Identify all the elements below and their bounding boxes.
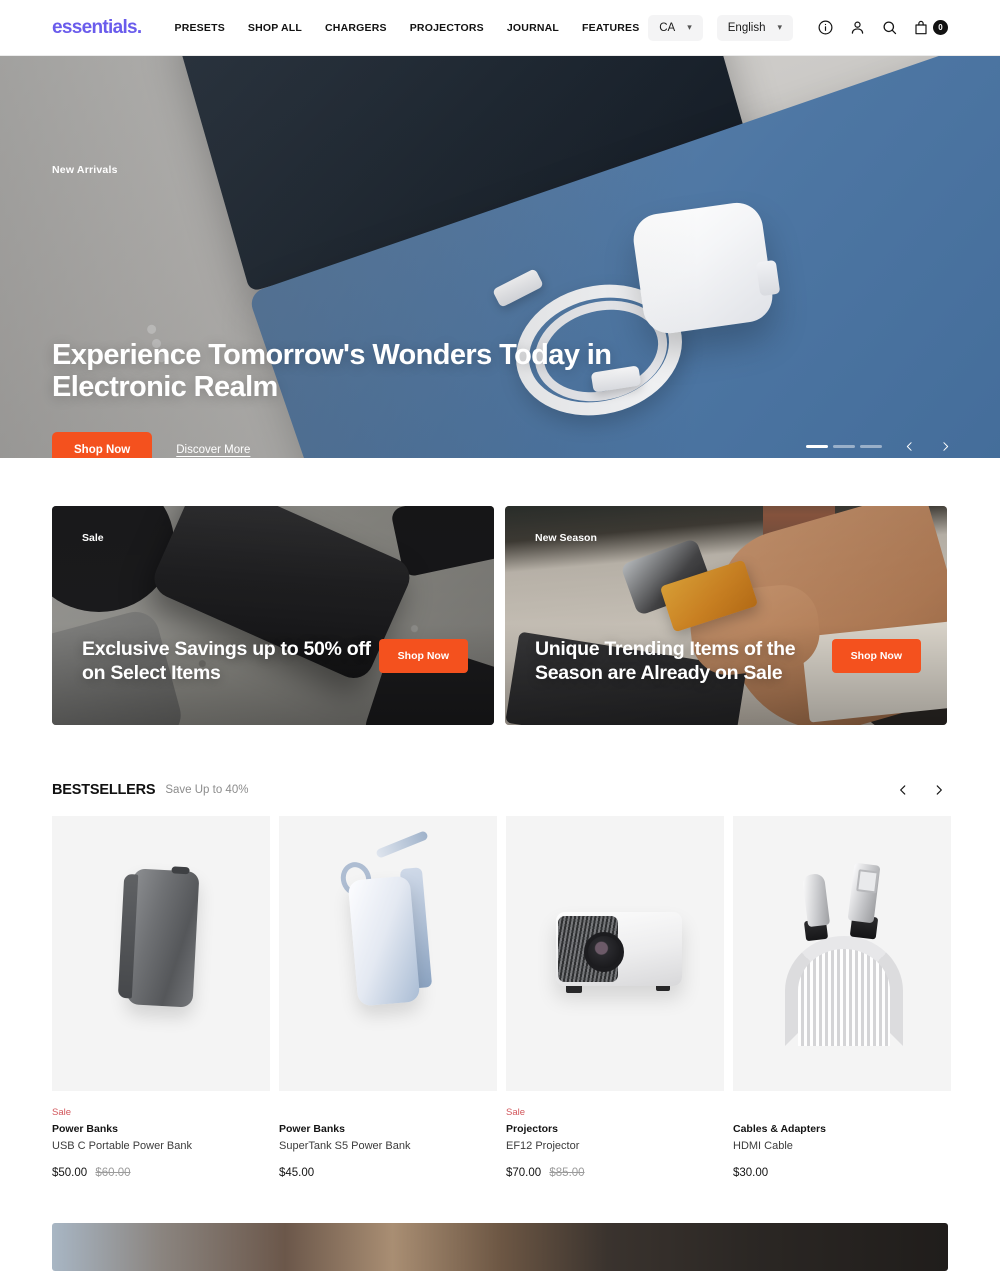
site-logo[interactable]: essentials. (52, 17, 142, 39)
projector-lens-graphic (584, 932, 624, 972)
promo-b-tag: New Season (535, 532, 597, 544)
power-bank-cord-graphic (375, 830, 429, 859)
hero-progress-dash-3[interactable] (860, 444, 882, 448)
hero-carousel-controls (806, 437, 954, 455)
hero-progress-dash-2[interactable] (833, 444, 855, 448)
cable-braid-graphic (785, 936, 903, 1046)
bestsellers-next-arrow-icon[interactable] (930, 781, 948, 799)
usb-c-connector-graphic (801, 872, 831, 928)
cart-count-badge: 0 (933, 20, 948, 35)
product-price-original: $60.00 (95, 1167, 131, 1179)
product-image-supertank-s5[interactable] (279, 816, 497, 1091)
product-sale-badge: Sale (506, 1107, 526, 1118)
hero-actions: Shop Now Discover More (52, 432, 250, 458)
nav-item-shop-all[interactable]: SHOP ALL (248, 22, 302, 34)
power-bank-graphic (347, 875, 421, 1007)
site-header: essentials. PRESETS SHOP ALL CHARGERS PR… (0, 0, 1000, 56)
product-category[interactable]: Cables & Adapters (733, 1123, 951, 1135)
product-card[interactable]: Sale Projectors EF12 Projector $70.00 $8… (506, 816, 724, 1179)
product-image-usb-c-power-bank[interactable] (52, 816, 270, 1091)
promo-b-shop-now-button[interactable]: Shop Now (831, 639, 921, 673)
promo-banner-new-season[interactable]: New Season Unique Trending Items of the … (505, 506, 947, 725)
next-section-banner[interactable] (52, 1223, 948, 1271)
bestsellers-subtitle: Save Up to 40% (165, 784, 249, 796)
product-name[interactable]: HDMI Cable (733, 1140, 951, 1152)
chevron-down-icon: ▾ (777, 22, 782, 32)
product-image-ef12-projector[interactable] (506, 816, 724, 1091)
hero-shop-now-button[interactable]: Shop Now (52, 432, 153, 458)
nav-item-chargers[interactable]: CHARGERS (325, 22, 387, 34)
cart-button[interactable]: 0 (911, 18, 948, 38)
chevron-down-icon: ▾ (687, 22, 692, 32)
hero-progress-dash-1[interactable] (806, 444, 828, 448)
cart-icon (911, 18, 931, 38)
promo-a-overlay (52, 506, 494, 725)
bestsellers-carousel-controls (894, 781, 948, 799)
product-category[interactable]: Power Banks (52, 1123, 270, 1135)
product-price-row: $30.00 (733, 1167, 951, 1179)
product-card[interactable]: Cables & Adapters HDMI Cable $30.00 (733, 816, 951, 1179)
promo-a-tag: Sale (82, 532, 104, 544)
hero-discover-more-link[interactable]: Discover More (176, 444, 250, 456)
product-meta: Power Banks SuperTank S5 Power Bank $45.… (279, 1107, 497, 1179)
product-name[interactable]: USB C Portable Power Bank (52, 1140, 270, 1152)
product-price: $50.00 (52, 1167, 88, 1179)
product-price-original: $85.00 (549, 1167, 585, 1179)
nav-item-projectors[interactable]: PROJECTORS (410, 22, 484, 34)
product-price-row: $50.00 $60.00 (52, 1167, 270, 1179)
hero-prev-arrow-icon[interactable] (900, 437, 918, 455)
product-sale-badge (733, 1107, 951, 1123)
bestsellers-product-grid: Sale Power Banks USB C Portable Power Ba… (0, 816, 1000, 1179)
account-icon[interactable] (847, 18, 867, 38)
product-price: $30.00 (733, 1167, 769, 1179)
info-icon[interactable] (815, 18, 835, 38)
hero-eyebrow-wrap: New Arrivals (52, 164, 118, 176)
country-select-value: CA (659, 21, 676, 34)
product-name[interactable]: SuperTank S5 Power Bank (279, 1140, 497, 1152)
nav-item-features[interactable]: FEATURES (582, 22, 639, 34)
product-price-row: $45.00 (279, 1167, 497, 1179)
product-image-hdmi-cable[interactable] (733, 816, 951, 1091)
bestsellers-title: BESTSELLERS (52, 782, 156, 798)
product-meta: Sale Projectors EF12 Projector $70.00 $8… (506, 1107, 724, 1179)
power-bank-graphic (126, 868, 200, 1008)
promo-b-title: Unique Trending Items of the Season are … (535, 638, 796, 684)
product-card[interactable]: Sale Power Banks USB C Portable Power Ba… (52, 816, 270, 1179)
language-select[interactable]: English ▾ (716, 14, 793, 41)
hero-title: Experience Tomorrow's Wonders Today in E… (52, 339, 612, 404)
usb-a-connector-graphic (847, 862, 881, 924)
country-select[interactable]: CA ▾ (648, 14, 703, 41)
nav-item-journal[interactable]: JOURNAL (507, 22, 559, 34)
main-navigation: PRESETS SHOP ALL CHARGERS PROJECTORS JOU… (174, 22, 639, 34)
header-actions: CA ▾ English ▾ 0 (648, 14, 948, 41)
nav-item-presets[interactable]: PRESETS (174, 22, 224, 34)
product-price: $45.00 (279, 1167, 315, 1179)
language-select-value: English (727, 21, 766, 34)
hero-next-arrow-icon[interactable] (936, 437, 954, 455)
bestsellers-header: BESTSELLERS Save Up to 40% (0, 781, 1000, 799)
product-name[interactable]: EF12 Projector (506, 1140, 724, 1152)
product-card[interactable]: Power Banks SuperTank S5 Power Bank $45.… (279, 816, 497, 1179)
header-icon-group: 0 (815, 18, 948, 38)
promo-banner-sale[interactable]: Sale Exclusive Savings up to 50% off on … (52, 506, 494, 725)
product-price: $70.00 (506, 1167, 542, 1179)
product-sale-badge: Sale (52, 1107, 72, 1118)
product-category[interactable]: Projectors (506, 1123, 724, 1135)
bestsellers-prev-arrow-icon[interactable] (894, 781, 912, 799)
promo-banner-row: Sale Exclusive Savings up to 50% off on … (0, 506, 1000, 725)
promo-a-title: Exclusive Savings up to 50% off on Selec… (82, 638, 371, 684)
hero-progress-indicator[interactable] (806, 444, 882, 448)
hero-eyebrow: New Arrivals (52, 164, 118, 176)
product-price-row: $70.00 $85.00 (506, 1167, 724, 1179)
product-meta: Sale Power Banks USB C Portable Power Ba… (52, 1107, 270, 1179)
hero-carousel: New Arrivals Experience Tomorrow's Wonde… (0, 56, 1000, 458)
search-icon[interactable] (879, 18, 899, 38)
product-category[interactable]: Power Banks (279, 1123, 497, 1135)
product-meta: Cables & Adapters HDMI Cable $30.00 (733, 1107, 951, 1179)
product-sale-badge (279, 1107, 497, 1123)
promo-a-shop-now-button[interactable]: Shop Now (378, 639, 468, 673)
